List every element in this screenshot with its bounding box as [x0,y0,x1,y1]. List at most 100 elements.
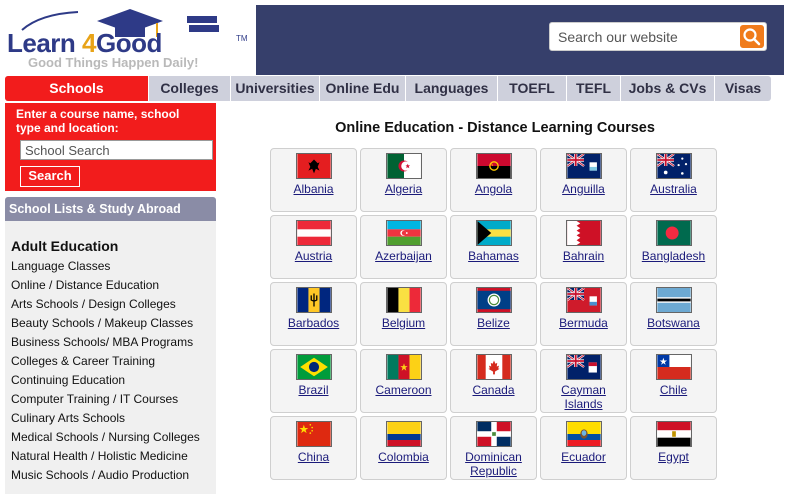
tab-universities[interactable]: Universities [230,76,319,101]
list-item[interactable]: Business Schools/ MBA Programs [11,333,216,352]
school-lists-heading[interactable]: School Lists & Study Abroad [5,197,216,221]
tab-languages[interactable]: Languages [405,76,497,101]
azerbaijan-flag-icon [385,220,422,246]
country-link[interactable]: Australia [631,182,716,196]
country-link[interactable]: Austria [271,249,356,263]
list-item[interactable]: Culinary Arts Schools [11,409,216,428]
country-tile-algeria[interactable]: Algeria [360,148,447,212]
site-logo[interactable]: Learn 4Good TM Good Things Happen Daily! [0,0,256,75]
country-tile-angola[interactable]: Angola [450,148,537,212]
tab-tefl[interactable]: TEFL [566,76,620,101]
algeria-flag-icon [385,153,422,179]
australia-flag-icon [655,153,692,179]
country-link[interactable]: Bahamas [451,249,536,263]
list-item[interactable]: Computer Training / IT Courses [11,390,216,409]
china-flag-icon [295,421,332,447]
tab-jobs-cvs[interactable]: Jobs & CVs [620,76,714,101]
country-tile-bangladesh[interactable]: Bangladesh [630,215,717,279]
site-search-button[interactable] [740,25,764,48]
trademark-mark: TM [236,34,248,43]
egypt-flag-icon [655,421,692,447]
country-tile-ecuador[interactable]: Ecuador [540,416,627,480]
list-item[interactable]: Natural Health / Holistic Medicine [11,447,216,466]
country-tile-bahrain[interactable]: Bahrain [540,215,627,279]
country-link[interactable]: Angola [451,182,536,196]
site-search-input[interactable] [551,24,736,49]
tab-toefl[interactable]: TOEFL [497,76,566,101]
country-link[interactable]: Anguilla [541,182,626,196]
country-link[interactable]: Chile [631,383,716,397]
country-link[interactable]: Botswana [631,316,716,330]
list-item[interactable]: Language Classes [11,257,216,276]
country-link[interactable]: Cayman Islands [541,383,626,411]
country-link[interactable]: Brazil [271,383,356,397]
list-item[interactable]: Online / Distance Education [11,276,216,295]
barbados-flag-icon [295,287,332,313]
country-link[interactable]: Ecuador [541,450,626,464]
tab-visas[interactable]: Visas [714,76,771,101]
list-item[interactable]: Arts Schools / Design Colleges [11,295,216,314]
country-link[interactable]: Belize [451,316,536,330]
country-tile-austria[interactable]: Austria [270,215,357,279]
country-tile-dominican-republic[interactable]: Dominican Republic [450,416,537,480]
country-tile-albania[interactable]: Albania [270,148,357,212]
country-tile-belize[interactable]: Belize [450,282,537,346]
bangladesh-flag-icon [655,220,692,246]
category-heading[interactable]: Adult Education [11,237,216,255]
country-link[interactable]: Cameroon [361,383,446,397]
school-list: Adult Education Language Classes Online … [5,221,216,494]
belgium-flag-icon [385,287,422,313]
brazil-flag-icon [295,354,332,380]
country-link[interactable]: China [271,450,356,464]
country-tile-brazil[interactable]: Brazil [270,349,357,413]
list-item[interactable]: Beauty Schools / Makeup Classes [11,314,216,333]
country-tile-anguilla[interactable]: Anguilla [540,148,627,212]
bahrain-flag-icon [565,220,602,246]
country-tile-china[interactable]: China [270,416,357,480]
country-link[interactable]: Dominican Republic [451,450,536,478]
tab-colleges[interactable]: Colleges [148,76,230,101]
list-item[interactable]: Music Schools / Audio Production [11,466,216,485]
colombia-flag-icon [385,421,422,447]
country-tile-australia[interactable]: Australia [630,148,717,212]
cameroon-flag-icon [385,354,422,380]
country-link[interactable]: Egypt [631,450,716,464]
country-tile-azerbaijan[interactable]: Azerbaijan [360,215,447,279]
country-tile-egypt[interactable]: Egypt [630,416,717,480]
tab-online-edu[interactable]: Online Edu [319,76,405,101]
country-link[interactable]: Bermuda [541,316,626,330]
country-tile-canada[interactable]: Canada [450,349,537,413]
country-tile-botswana[interactable]: Botswana [630,282,717,346]
country-link[interactable]: Albania [271,182,356,196]
canada-flag-icon [475,354,512,380]
country-link[interactable]: Algeria [361,182,446,196]
country-tile-bahamas[interactable]: Bahamas [450,215,537,279]
tab-schools[interactable]: Schools [5,76,148,101]
botswana-flag-icon [655,287,692,313]
country-link[interactable]: Colombia [361,450,446,464]
albania-flag-icon [295,153,332,179]
list-item[interactable]: Medical Schools / Nursing Colleges [11,428,216,447]
list-item[interactable]: Continuing Education [11,371,216,390]
country-link[interactable]: Bahrain [541,249,626,263]
country-link[interactable]: Belgium [361,316,446,330]
tagline: Good Things Happen Daily! [28,55,199,70]
school-search-input[interactable] [20,140,213,160]
belize-flag-icon [475,287,512,313]
chile-flag-icon [655,354,692,380]
site-search [549,22,767,51]
country-tile-colombia[interactable]: Colombia [360,416,447,480]
country-tile-chile[interactable]: Chile [630,349,717,413]
country-tile-bermuda[interactable]: Bermuda [540,282,627,346]
ecuador-flag-icon [565,421,602,447]
country-link[interactable]: Azerbaijan [361,249,446,263]
country-tile-belgium[interactable]: Belgium [360,282,447,346]
country-link[interactable]: Bangladesh [631,249,716,263]
school-search-button[interactable]: Search [20,166,80,187]
list-item[interactable]: Colleges & Career Training [11,352,216,371]
country-tile-cameroon[interactable]: Cameroon [360,349,447,413]
country-tile-barbados[interactable]: Barbados [270,282,357,346]
country-link[interactable]: Canada [451,383,536,397]
country-tile-cayman-islands[interactable]: Cayman Islands [540,349,627,413]
country-link[interactable]: Barbados [271,316,356,330]
